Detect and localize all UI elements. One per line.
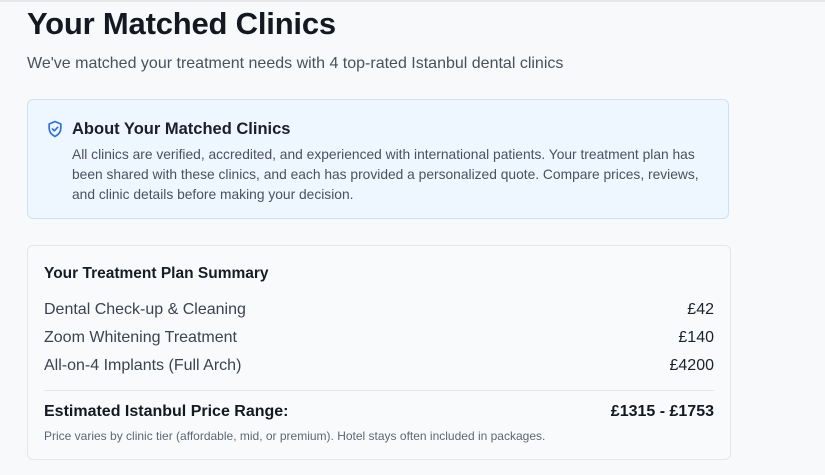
estimate-label: Estimated Istanbul Price Range: [44, 403, 289, 420]
treatment-plan-summary-card: Your Treatment Plan Summary Dental Check… [27, 245, 731, 460]
matched-clinics-page: Your Matched Clinics We've matched your … [27, 4, 731, 460]
treatment-price: £42 [687, 301, 714, 318]
page-subtitle: We've matched your treatment needs with … [27, 55, 564, 72]
estimate-value: £1315 - £1753 [610, 403, 714, 420]
about-clinics-info-card: About Your Matched Clinics All clinics a… [27, 99, 729, 219]
summary-title: Your Treatment Plan Summary [44, 265, 269, 282]
treatment-name: Dental Check-up & Cleaning [44, 301, 246, 318]
treatment-row: Zoom Whitening Treatment £140 [44, 327, 714, 355]
treatment-row: Dental Check-up & Cleaning £42 [44, 299, 714, 327]
estimate-row: Estimated Istanbul Price Range: £1315 - … [44, 401, 714, 423]
summary-divider [44, 390, 714, 391]
estimate-note: Price varies by clinic tier (affordable,… [44, 429, 546, 443]
treatment-price: £4200 [669, 357, 715, 374]
treatment-price: £140 [678, 329, 714, 346]
treatment-name: Zoom Whitening Treatment [44, 329, 237, 346]
shield-check-icon [48, 120, 62, 138]
treatment-row: All-on-4 Implants (Full Arch) £4200 [44, 355, 714, 383]
treatment-list: Dental Check-up & Cleaning £42 Zoom Whit… [44, 299, 714, 383]
top-bar-edge [0, 0, 825, 2]
treatment-name: All-on-4 Implants (Full Arch) [44, 357, 242, 374]
info-card-text: All clinics are verified, accredited, an… [72, 147, 699, 202]
info-card-title: About Your Matched Clinics [72, 120, 291, 138]
page-title: Your Matched Clinics [27, 6, 336, 41]
